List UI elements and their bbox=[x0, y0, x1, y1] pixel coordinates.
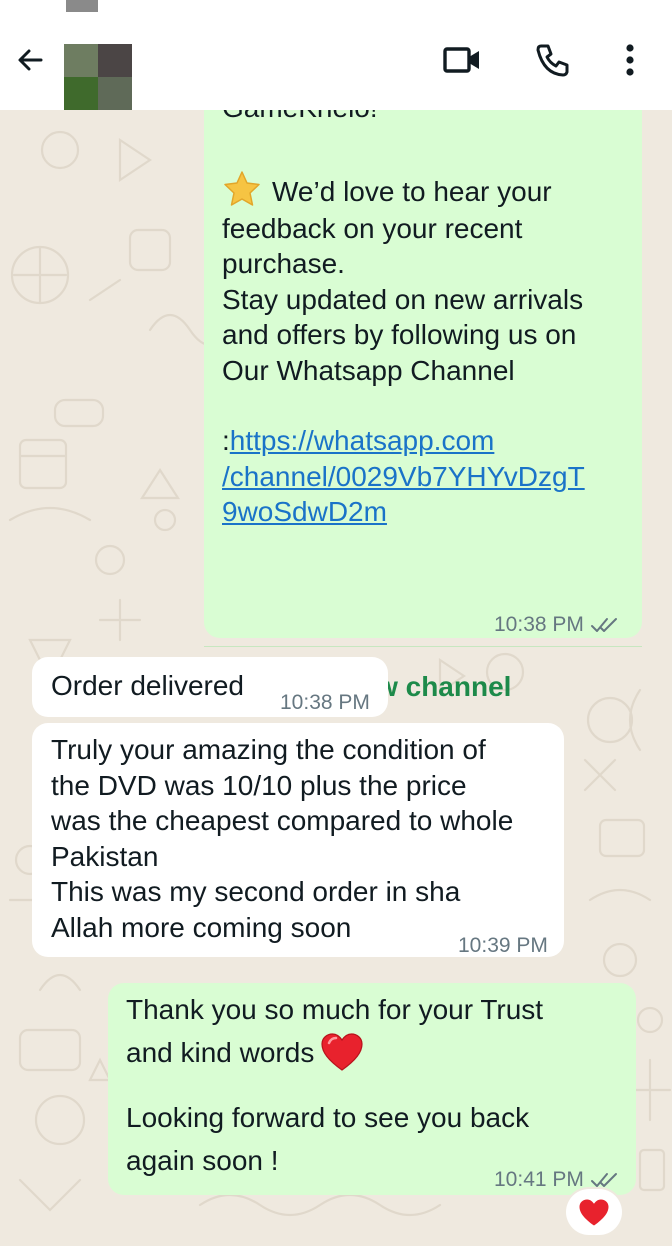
link-prefix: : bbox=[222, 425, 230, 456]
link-line[interactable]: /channel/0029Vb7YHYvDzgT bbox=[222, 459, 632, 495]
message-line: Thank you so much for your Trust bbox=[126, 994, 544, 1025]
message-bubble-incoming[interactable]: Order delivered 10:38 PM bbox=[32, 657, 388, 717]
message-line: the DVD was 10/10 plus the price bbox=[51, 769, 467, 801]
message-line: Our Whatsapp Channel bbox=[222, 354, 515, 386]
message-line: purchase. bbox=[222, 248, 345, 279]
contact-avatar[interactable] bbox=[64, 44, 132, 110]
message-line: Looking forward to see you back bbox=[126, 1102, 530, 1133]
chat-header bbox=[0, 0, 672, 110]
message-meta: 10:38 PM bbox=[494, 607, 620, 643]
message-line: Truly your amazing the condition of bbox=[51, 734, 486, 765]
video-camera-icon bbox=[443, 47, 479, 73]
message-time: 10:38 PM bbox=[494, 613, 584, 636]
message-line: and kind words bbox=[126, 1037, 315, 1068]
back-button[interactable] bbox=[10, 40, 50, 80]
message-bubble-outgoing[interactable]: Thank you so much for your Trust and kin… bbox=[108, 983, 636, 1195]
heart-emoji-icon bbox=[321, 1033, 363, 1071]
double-check-icon bbox=[590, 617, 617, 632]
phone-icon bbox=[536, 44, 569, 77]
message-line: Pakistan bbox=[51, 840, 159, 872]
message-line: This was my second order in sha bbox=[51, 876, 461, 907]
message-line: We’d love to hear your bbox=[272, 175, 552, 207]
more-vertical-icon bbox=[626, 44, 634, 76]
message-meta: 10:38 PM bbox=[280, 685, 370, 721]
message-bubble-incoming[interactable]: Truly your amazing the condition of the … bbox=[32, 723, 564, 957]
message-time: 10:38 PM bbox=[280, 691, 370, 714]
message-reaction[interactable] bbox=[566, 1189, 622, 1235]
message-text: Thank you so much for your Trust and kin… bbox=[126, 988, 626, 1182]
link-line[interactable]: 9woSdwD2m bbox=[222, 494, 632, 530]
status-bar-indicator bbox=[66, 0, 98, 12]
star-icon bbox=[224, 170, 260, 206]
message-line: was the cheapest compared to whole bbox=[51, 805, 514, 836]
message-line: feedback on your recent bbox=[222, 212, 523, 244]
message-text: Truly your amazing the condition of the … bbox=[51, 732, 561, 945]
voice-call-button[interactable] bbox=[530, 38, 574, 82]
message-time: 10:39 PM bbox=[458, 934, 548, 957]
message-line-with-emoji: and kind words bbox=[126, 1031, 626, 1074]
message-text: Order delivered bbox=[51, 670, 244, 701]
arrow-left-icon bbox=[18, 49, 43, 71]
message-meta: 10:39 PM bbox=[458, 928, 548, 964]
channel-link[interactable]: :https://whatsapp.com bbox=[222, 423, 632, 459]
message-line: and offers by following us on bbox=[222, 319, 577, 350]
video-call-button[interactable] bbox=[440, 38, 484, 82]
message-bubble-outgoing[interactable]: GameKhelo!^ We’d love to hear your feedb… bbox=[204, 90, 642, 702]
double-check-icon bbox=[590, 1172, 617, 1187]
more-options-button[interactable] bbox=[608, 38, 652, 82]
heart-reaction-icon bbox=[579, 1198, 609, 1226]
message-line: Stay updated on new arrivals bbox=[222, 283, 584, 315]
bubble-divider bbox=[204, 646, 642, 647]
link-line[interactable]: https://whatsapp.com bbox=[230, 425, 495, 456]
message-time: 10:41 PM bbox=[494, 1168, 584, 1191]
message-text: GameKhelo!^ We’d love to hear your feedb… bbox=[222, 90, 632, 530]
